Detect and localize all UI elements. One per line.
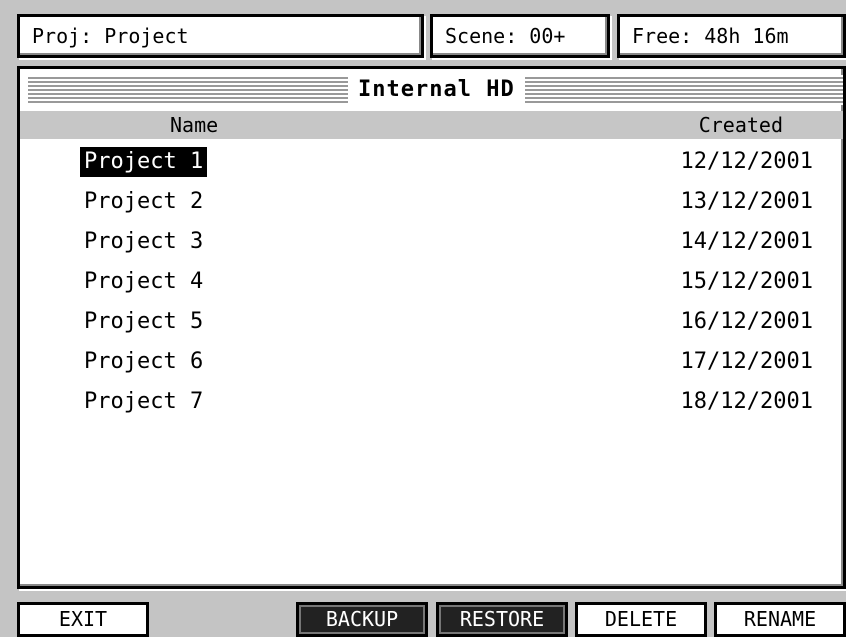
delete-button[interactable]: DELETE [575,602,707,637]
project-list: Project 1 12/12/2001 Project 2 13/12/200… [20,147,843,427]
column-created[interactable]: Created [699,111,783,139]
project-name: Project 3 [84,229,204,254]
column-name[interactable]: Name [170,111,218,139]
free-space-label: Free: 48h 16m [632,24,789,48]
restore-button[interactable]: RESTORE [436,602,568,637]
project-label: Proj: Project [32,24,189,48]
panel-title: Internal HD [348,75,525,105]
exit-button[interactable]: EXIT [17,602,149,637]
project-name: Project 5 [84,309,204,334]
project-date: 18/12/2001 [680,389,813,414]
project-name: Project 2 [84,189,204,214]
project-name: Project 4 [84,269,204,294]
project-field: Proj: Project [17,14,424,58]
project-name: Project 1 [80,147,208,177]
list-item[interactable]: Project 2 13/12/2001 [20,187,843,227]
backup-button[interactable]: BACKUP [296,602,428,637]
column-header: Name Created [20,111,843,139]
list-item[interactable]: Project 4 15/12/2001 [20,267,843,307]
project-date: 13/12/2001 [680,189,813,214]
list-item[interactable]: Project 3 14/12/2001 [20,227,843,267]
project-date: 16/12/2001 [680,309,813,334]
project-list-panel: Internal HD Name Created Project 1 12/12… [17,66,846,589]
panel-title-bar: Internal HD [28,75,843,105]
project-name: Project 7 [84,389,204,414]
rename-button[interactable]: RENAME [714,602,846,637]
list-item[interactable]: Project 7 18/12/2001 [20,387,843,427]
project-date: 14/12/2001 [680,229,813,254]
free-space-field: Free: 48h 16m [617,14,846,58]
list-item[interactable]: Project 6 17/12/2001 [20,347,843,387]
project-name: Project 6 [84,349,204,374]
scene-label: Scene: 00+ [445,24,566,48]
list-item[interactable]: Project 1 12/12/2001 [20,147,843,187]
project-date: 12/12/2001 [680,149,813,174]
project-date: 17/12/2001 [680,349,813,374]
list-item[interactable]: Project 5 16/12/2001 [20,307,843,347]
scene-field: Scene: 00+ [430,14,610,58]
project-date: 15/12/2001 [680,269,813,294]
